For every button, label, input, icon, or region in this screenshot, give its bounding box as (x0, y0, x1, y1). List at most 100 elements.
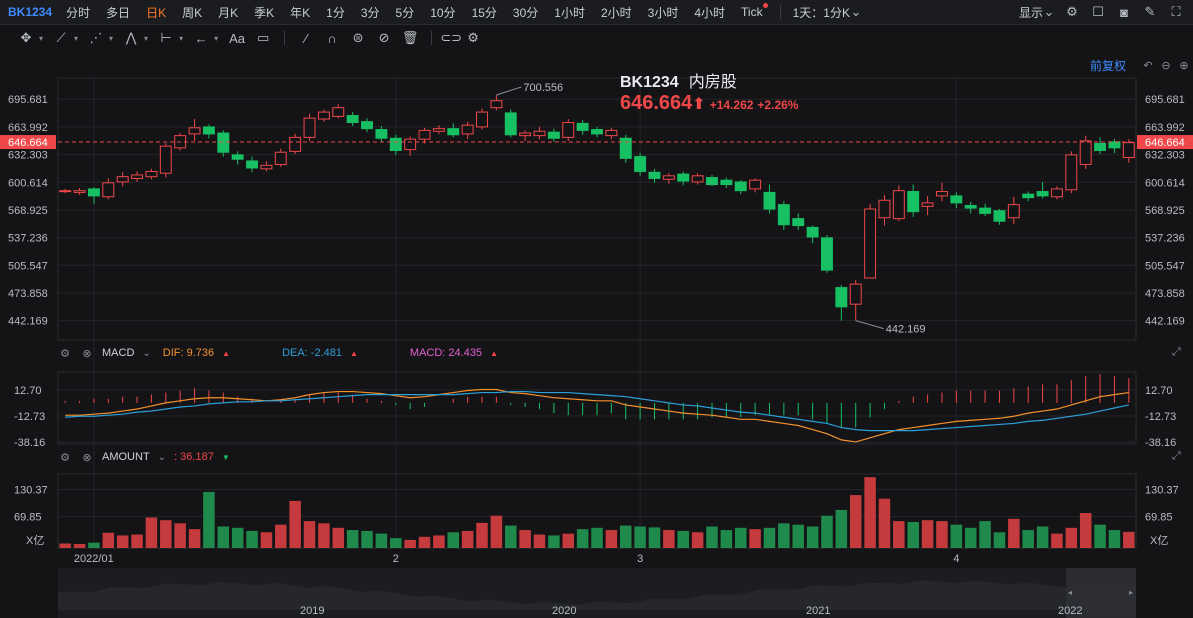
amount-bar (203, 491, 215, 548)
candle-body (619, 137, 632, 159)
amount-bar (548, 535, 560, 548)
settings-icon[interactable]: ⚙ (58, 346, 72, 360)
candle-body (418, 129, 431, 140)
quote-change-pct: +2.26% (757, 98, 799, 112)
amount-bar (73, 543, 86, 548)
amount-bar (864, 477, 876, 548)
candle-body (274, 151, 287, 165)
amount-bar (907, 521, 919, 548)
amount-bar (174, 523, 186, 548)
y-tick-label: 632.303 (1145, 150, 1185, 162)
amount-bar (1036, 526, 1049, 548)
y-tick-label-left: 663.992 (8, 122, 48, 134)
chevron-down-icon[interactable]: ⌄ (158, 452, 166, 463)
candle-body (447, 128, 460, 136)
amount-bar (260, 532, 273, 548)
y-tick-label-left: 537.236 (8, 233, 48, 245)
candle-body (131, 174, 144, 179)
x-tick-label: 3 (637, 553, 643, 565)
candle-body (605, 129, 618, 137)
amount-bar (562, 533, 575, 548)
amount-bar (1094, 524, 1106, 548)
candle-body (59, 190, 72, 193)
candle-body (562, 122, 575, 138)
expand-icon[interactable]: ⤢ (1172, 450, 1181, 463)
y-tick-label: 568.925 (1145, 205, 1185, 217)
amount-y-tick-label-left: 130.37 (14, 485, 48, 497)
amount-bar (720, 530, 733, 548)
candle-body (1022, 193, 1035, 199)
candle-body (777, 204, 790, 226)
y-tick-label: 473.858 (1145, 288, 1185, 300)
restore-rights-button[interactable]: 前复权 (1090, 57, 1126, 74)
candle-body (102, 182, 115, 198)
candle-body (533, 130, 546, 137)
quote-price: 646.664 (620, 92, 693, 114)
candle-body (576, 122, 589, 131)
amount-bar (663, 530, 675, 548)
amount-panel-header: ⚙ ⊗ AMOUNT ⌄ : 36.187 ▼ (58, 450, 230, 464)
amount-bar (188, 529, 201, 548)
triangle-up-icon: ▲ (222, 348, 231, 358)
candle-body (677, 173, 690, 182)
high-annotation: 700.556 (523, 82, 563, 94)
amount-bar (116, 535, 129, 548)
panel-border (57, 77, 1137, 341)
candle-body (720, 179, 733, 186)
amount-bar (318, 523, 330, 548)
candle-body (159, 145, 172, 174)
zoom-out-icon[interactable]: ⊖ (1158, 57, 1174, 73)
navigator-year-label: 2020 (552, 605, 576, 617)
candle-body (648, 171, 661, 179)
candles (59, 94, 1135, 321)
amount-bar (59, 543, 71, 548)
close-icon[interactable]: ⊗ (80, 346, 94, 360)
candle-body (849, 283, 862, 305)
candle-body (1108, 141, 1121, 149)
chart-canvas[interactable]: 695.681 695.681 663.992 663.992 632.303 632.3… (0, 0, 1193, 618)
candle-body (202, 126, 215, 135)
low-annotation: 442.169 (886, 324, 926, 336)
dea-label: DEA: -2.481 (282, 347, 342, 359)
expand-icon[interactable]: ⤢ (1172, 346, 1181, 359)
candle-body (634, 156, 647, 172)
y-tick-label: 695.681 (1145, 94, 1185, 106)
amount-title: AMOUNT (102, 451, 150, 463)
triangle-up-icon: ▲ (490, 348, 498, 358)
navigator-year-label: 2019 (300, 605, 324, 617)
quote-price-row: 646.664⬆ +14.262 +2.26% (620, 92, 798, 115)
candle-body (375, 129, 388, 139)
candle-body (432, 128, 445, 132)
current-price-label-left: 646.664 (8, 137, 48, 149)
candle-body (1094, 143, 1107, 151)
amount-bar (131, 534, 143, 548)
amount-y-tick-label: 69.85 (1145, 512, 1173, 524)
amount-bar (88, 542, 100, 548)
quote-change: +14.262 (709, 98, 754, 112)
triangle-up-icon: ▲ (349, 348, 358, 358)
amount-bar (849, 495, 862, 548)
candle-body (835, 287, 848, 308)
amount-bar (648, 527, 661, 548)
amount-bar (102, 532, 115, 548)
settings-icon[interactable]: ⚙ (58, 450, 72, 464)
amount-bar (950, 524, 963, 548)
chevron-down-icon[interactable]: ⌄ (142, 348, 150, 359)
amount-bar (921, 520, 934, 548)
candle-body (1050, 188, 1063, 198)
y-tick-label-left: 695.681 (8, 94, 48, 106)
macd-y-tick-label-left: -12.73 (14, 411, 45, 423)
navigator-handle-left: ◂ (1068, 588, 1072, 597)
amount-bar (461, 530, 474, 548)
candle-body (246, 160, 259, 169)
candle-body (289, 136, 302, 152)
undo-icon[interactable]: ↶ (1140, 57, 1156, 73)
amount-unit-label: X亿 (1150, 534, 1168, 547)
y-tick-label-left: 600.614 (8, 177, 48, 189)
zoom-in-icon[interactable]: ⊕ (1176, 57, 1192, 73)
quote-code: BK1234 (620, 74, 679, 91)
candle-body (145, 170, 158, 178)
macd-y-tick-label-left: 12.70 (14, 385, 42, 397)
close-icon[interactable]: ⊗ (80, 450, 94, 464)
amount-bar (490, 515, 503, 548)
